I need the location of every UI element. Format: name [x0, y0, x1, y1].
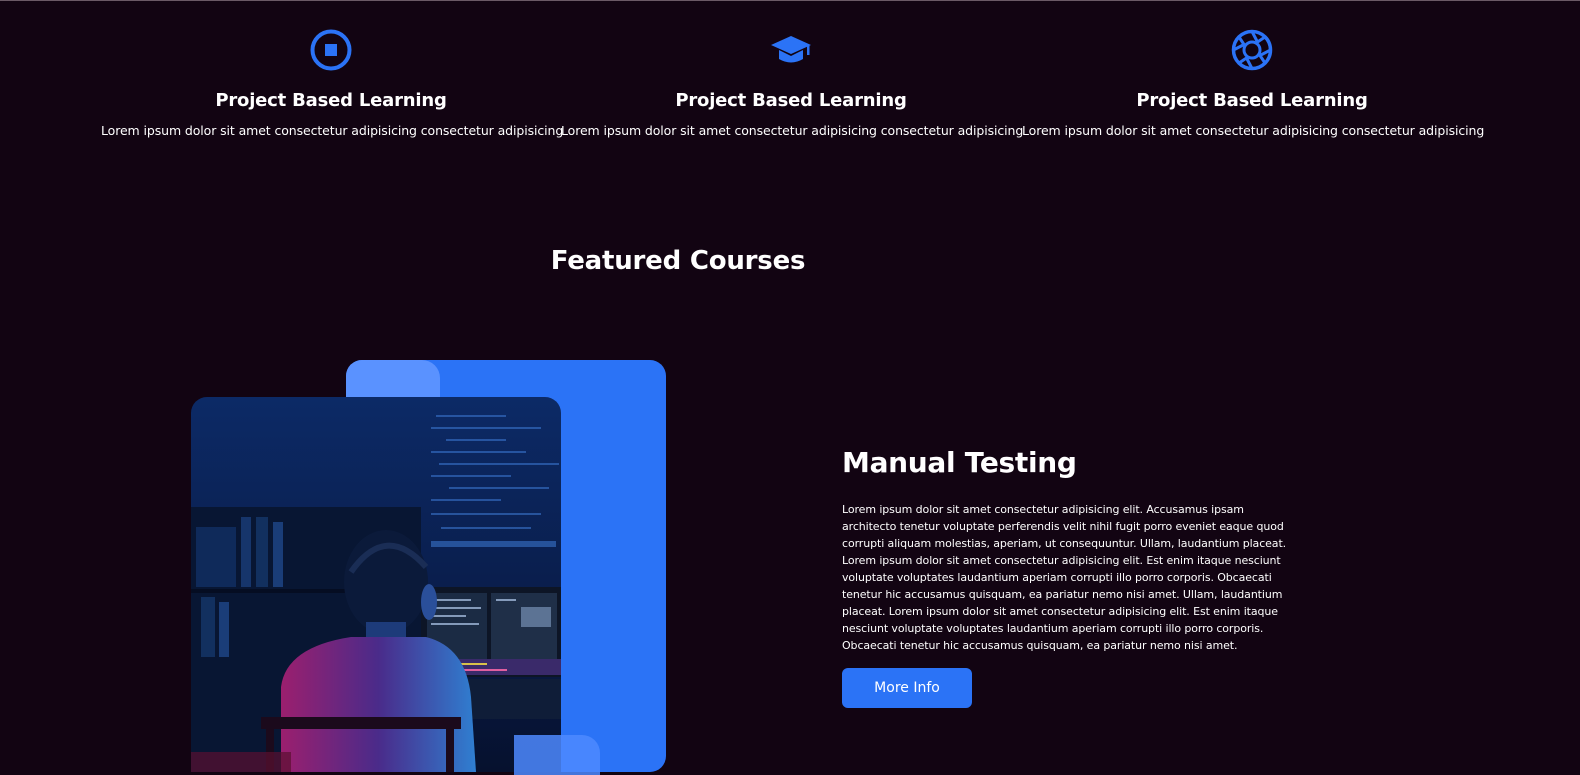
feature-title: Project Based Learning — [215, 90, 447, 111]
more-info-button[interactable]: More Info — [842, 668, 972, 708]
feature-card-3: Project Based Learning Lorem ipsum dolor… — [1022, 28, 1485, 138]
course-description: Lorem ipsum dolor sit amet consectetur a… — [842, 503, 1287, 652]
feature-text: Lorem ipsum dolor sit amet consectetur a… — [101, 123, 564, 138]
top-divider — [0, 0, 1580, 1]
feature-text: Lorem ipsum dolor sit amet consectetur a… — [561, 123, 1024, 138]
aperture-icon — [1230, 28, 1274, 72]
feature-card-2: Project Based Learning Lorem ipsum dolor… — [561, 28, 1024, 138]
section-title: Featured Courses — [550, 246, 806, 276]
feature-card-1: Project Based Learning Lorem ipsum dolor… — [101, 28, 564, 138]
course-title: Manual Testing — [842, 446, 1077, 479]
feature-title: Project Based Learning — [1136, 90, 1368, 111]
course-details: Manual Testing Lorem ipsum dolor sit ame… — [842, 446, 1292, 708]
graduation-cap-icon — [769, 28, 813, 72]
feature-text: Lorem ipsum dolor sit amet consectetur a… — [1022, 123, 1485, 138]
features-row: Project Based Learning Lorem ipsum dolor… — [0, 28, 1580, 158]
image-card-accent-bottom — [514, 735, 600, 775]
stop-circle-icon — [309, 28, 353, 72]
programmer-photo — [191, 397, 561, 772]
feature-title: Project Based Learning — [675, 90, 907, 111]
